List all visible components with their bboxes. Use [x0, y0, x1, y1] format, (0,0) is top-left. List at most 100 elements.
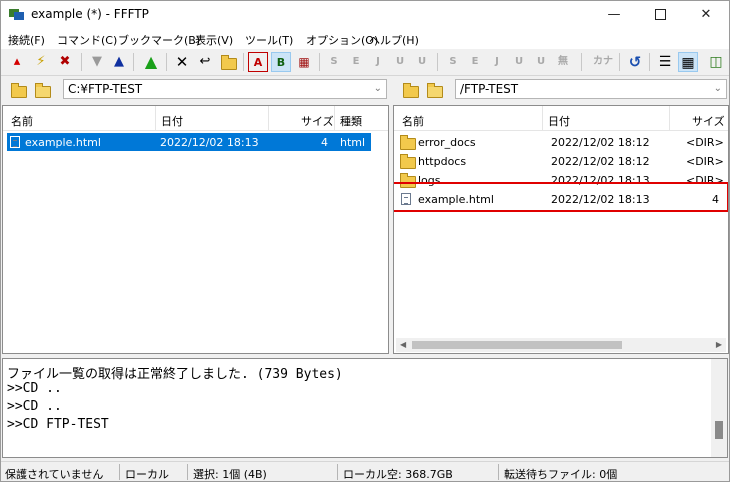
local-file-row[interactable]: example.html 2022/12/02 18:13 4 html [7, 133, 371, 151]
column-type[interactable]: 種類 [340, 113, 362, 129]
toolbar-separator [81, 53, 82, 71]
remote-file-row[interactable]: httpdocs 2022/12/02 18:12 <DIR> [394, 152, 728, 170]
utf8-remote-icon[interactable]: U [509, 52, 529, 72]
scrollbar-thumb[interactable] [715, 421, 723, 439]
list-view-icon[interactable]: ☰ [655, 52, 675, 72]
file-date: 2022/12/02 18:13 [160, 136, 259, 149]
file-type: html [340, 136, 366, 149]
log-line: ファイル一覧の取得は正常終了しました. (739 Bytes) [7, 367, 343, 382]
chevron-down-icon[interactable]: ⌄ [714, 80, 722, 98]
menu-help[interactable]: ヘルプ(H) [369, 32, 419, 48]
column-size[interactable]: サイズ [301, 113, 334, 129]
file-date: 2022/12/02 18:12 [551, 155, 650, 168]
local-path-text: C:¥FTP-TEST [68, 82, 143, 96]
menu-view[interactable]: 表示(V) [195, 32, 233, 48]
quick-connect-icon[interactable]: ⚡ [31, 52, 51, 72]
utf8bom-icon[interactable]: U [412, 52, 432, 72]
rename-icon[interactable]: ↩ [195, 52, 215, 72]
app-window: example (*) - FFFTP — ✕ 接続(F) コマンド(C) ブッ… [0, 0, 730, 482]
local-file-list[interactable]: 名前 日付 サイズ 種類 example.html 2022/12/02 18:… [2, 105, 389, 354]
local-list-header: 名前 日付 サイズ 種類 [3, 106, 388, 131]
column-date[interactable]: 日付 [548, 113, 570, 129]
file-icon [10, 136, 20, 148]
maximize-button[interactable] [637, 1, 683, 29]
remote-path-text: /FTP-TEST [460, 82, 519, 96]
column-date[interactable]: 日付 [161, 113, 183, 129]
menu-bookmark[interactable]: ブックマーク(B) [118, 32, 200, 48]
column-name[interactable]: 名前 [11, 113, 33, 129]
file-date: 2022/12/02 18:12 [551, 136, 650, 149]
status-free-space: ローカル空: 368.7GB [343, 468, 453, 481]
remote-list-header: 名前 日付 サイズ [394, 106, 728, 131]
scroll-right-icon[interactable]: ▶ [716, 338, 722, 352]
log-line: >>CD .. [7, 399, 62, 414]
utf8-icon[interactable]: U [390, 52, 410, 72]
euc-icon[interactable]: E [346, 52, 366, 72]
auto-mode-icon[interactable]: ▦ [294, 52, 314, 72]
local-path-field[interactable]: C:¥FTP-TEST ⌄ [63, 79, 387, 99]
remote-open-folder-icon[interactable] [425, 79, 445, 99]
status-location: ローカル [125, 468, 169, 481]
log-line: >>CD FTP-TEST [7, 417, 109, 432]
remote-path-bar: /FTP-TEST ⌄ [393, 77, 729, 103]
menu-options[interactable]: オプション(O) [306, 32, 378, 48]
euc-remote-icon[interactable]: E [465, 52, 485, 72]
folder-icon [400, 154, 416, 169]
toolbar-separator [437, 53, 438, 71]
kana-icon[interactable]: カナ [591, 52, 615, 72]
toolbar-separator [166, 53, 167, 71]
scroll-left-icon[interactable]: ◀ [400, 338, 406, 352]
toolbar-separator [243, 53, 244, 71]
toolbar-separator [619, 53, 620, 71]
binary-mode-icon[interactable]: B [271, 52, 291, 72]
remote-file-row[interactable]: error_docs 2022/12/02 18:12 <DIR> [394, 133, 728, 151]
utf8bom-remote-icon[interactable]: U [531, 52, 551, 72]
title-bar: example (*) - FFFTP — ✕ [1, 1, 729, 29]
toolbar-separator [133, 53, 134, 71]
close-button[interactable]: ✕ [683, 1, 729, 29]
column-name[interactable]: 名前 [402, 113, 424, 129]
no-convert-icon[interactable]: 無 [553, 52, 573, 72]
ffftp-logo-icon [9, 9, 24, 20]
remote-up-folder-icon[interactable] [401, 79, 421, 99]
log-vertical-scrollbar[interactable] [711, 359, 727, 457]
menu-tools[interactable]: ツール(T) [245, 32, 293, 48]
maximize-icon [654, 9, 666, 20]
detail-view-icon[interactable]: ▦ [678, 52, 698, 72]
local-open-folder-icon[interactable] [33, 79, 53, 99]
jis-remote-icon[interactable]: J [487, 52, 507, 72]
jis-icon[interactable]: J [368, 52, 388, 72]
ascii-mode-icon[interactable]: A [248, 52, 268, 72]
sjis-icon[interactable]: S [324, 52, 344, 72]
disconnect-icon[interactable]: ✖ [55, 52, 75, 72]
mkdir-icon[interactable] [218, 52, 238, 72]
menu-command[interactable]: コマンド(C) [57, 32, 117, 48]
minimize-button[interactable]: — [591, 1, 637, 29]
local-up-folder-icon[interactable] [9, 79, 29, 99]
download-icon[interactable]: ▼ [87, 52, 107, 72]
mirror-upload-icon[interactable]: ▲ [141, 52, 161, 72]
file-size: <DIR> [686, 155, 724, 168]
scrollbar-thumb[interactable] [412, 341, 622, 349]
file-name: error_docs [418, 136, 476, 149]
sync-folder-icon[interactable]: ◫ [706, 52, 726, 72]
connect-icon[interactable]: ▴ [7, 52, 27, 72]
folder-icon [400, 135, 416, 150]
refresh-icon[interactable]: ↺ [625, 52, 645, 72]
window-title: example (*) - FFFTP [31, 7, 149, 21]
remote-path-field[interactable]: /FTP-TEST ⌄ [455, 79, 727, 99]
toolbar-separator [319, 53, 320, 71]
column-size[interactable]: サイズ [692, 113, 725, 129]
delete-icon[interactable]: ✕ [172, 52, 192, 72]
upload-icon[interactable]: ▲ [109, 52, 129, 72]
remote-file-list[interactable]: 名前 日付 サイズ error_docs 2022/12/02 18:12 <D… [393, 105, 729, 354]
status-selection: 選択: 1個 (4B) [193, 468, 267, 481]
log-line: >>CD .. [7, 381, 62, 396]
remote-horizontal-scrollbar[interactable]: ◀ ▶ [396, 338, 726, 352]
status-queue: 転送待ちファイル: 0個 [504, 468, 618, 481]
log-panel[interactable]: ファイル一覧の取得は正常終了しました. (739 Bytes) >>CD .. … [2, 358, 728, 458]
chevron-down-icon[interactable]: ⌄ [374, 80, 382, 98]
menu-bar: 接続(F) コマンド(C) ブックマーク(B) 表示(V) ツール(T) オプシ… [1, 29, 729, 49]
menu-connect[interactable]: 接続(F) [8, 32, 45, 48]
sjis-remote-icon[interactable]: S [443, 52, 463, 72]
